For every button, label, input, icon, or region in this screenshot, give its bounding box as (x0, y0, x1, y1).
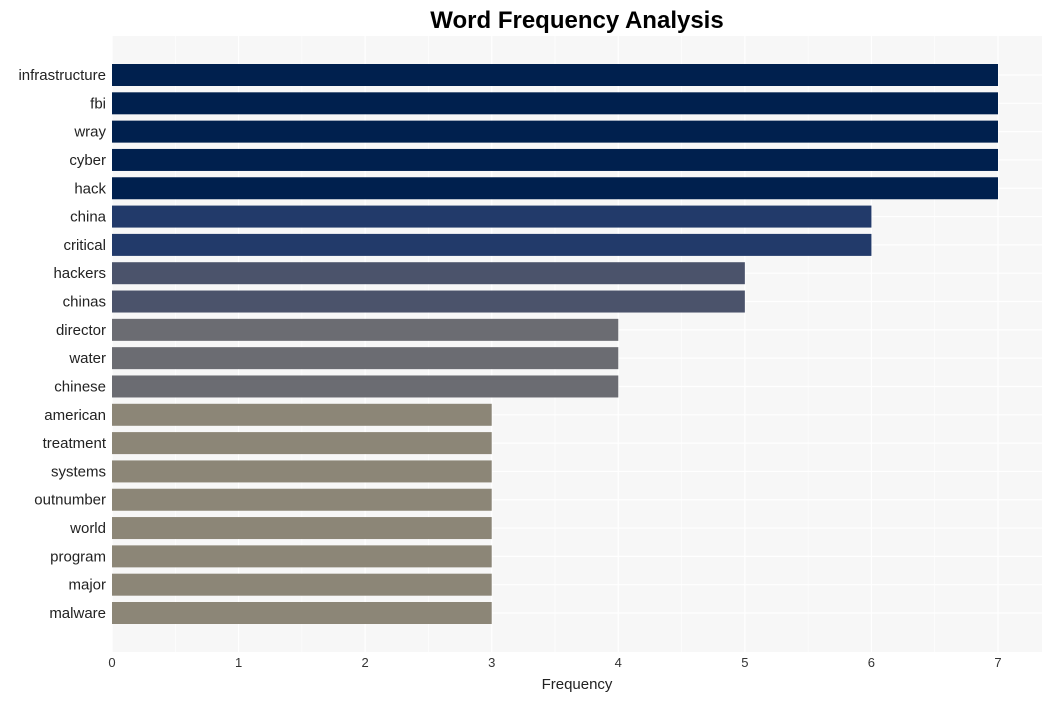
bar-systems (112, 460, 492, 483)
bar-american (112, 403, 492, 426)
y-tick-label: chinese (54, 378, 106, 395)
x-tick-label: 4 (615, 655, 622, 670)
bar-cyber (112, 148, 998, 171)
y-tick-label: systems (51, 463, 106, 480)
y-tick-label: major (68, 577, 106, 594)
x-tick-label: 0 (108, 655, 115, 670)
bar-chinese (112, 375, 619, 398)
y-tick-label: outnumber (34, 492, 106, 509)
bar-malware (112, 602, 492, 624)
bar-treatment (112, 432, 492, 455)
bar-infrastructure (112, 64, 998, 86)
y-tick-label: critical (63, 237, 106, 254)
y-tick-label: hackers (53, 265, 106, 282)
x-axis-label: Frequency (542, 676, 613, 693)
bar-hackers (112, 262, 745, 285)
x-tick-label: 1 (235, 655, 242, 670)
bar-major (112, 573, 492, 596)
bar-hack (112, 177, 998, 200)
bar-water (112, 347, 619, 370)
y-tick-label: cyber (69, 152, 106, 169)
y-tick-label: program (50, 548, 106, 565)
y-tick-label: world (69, 520, 106, 537)
bar-wray (112, 120, 998, 143)
y-tick-label: hack (74, 180, 106, 197)
bar-china (112, 205, 872, 228)
x-tick-labels: 0 1 2 3 4 5 6 7 (108, 655, 1001, 670)
bar-chinas (112, 290, 745, 313)
y-tick-label: china (70, 209, 107, 226)
bar-outnumber (112, 488, 492, 511)
y-tick-label: treatment (43, 435, 107, 452)
x-tick-label: 3 (488, 655, 495, 670)
x-tick-label: 2 (362, 655, 369, 670)
y-tick-label: director (56, 322, 106, 339)
bar-program (112, 545, 492, 568)
y-tick-labels: infrastructure fbi wray cyber hack china criti… (18, 67, 106, 622)
bar-fbi (112, 92, 998, 115)
x-tick-label: 5 (741, 655, 748, 670)
bar-critical (112, 233, 872, 256)
y-tick-label: fbi (90, 95, 106, 112)
y-tick-label: infrastructure (18, 67, 106, 84)
x-tick-label: 6 (868, 655, 875, 670)
y-tick-label: american (44, 407, 106, 424)
y-tick-label: chinas (63, 294, 106, 311)
x-tick-label: 7 (994, 655, 1001, 670)
bar-director (112, 318, 619, 341)
chart-title: Word Frequency Analysis (430, 7, 723, 34)
y-tick-label: wray (73, 124, 106, 141)
y-tick-label: malware (49, 605, 106, 622)
y-tick-label: water (68, 350, 106, 367)
bar-world (112, 517, 492, 540)
word-frequency-chart: Word Frequency Analysis infrastructure fb… (18, 7, 1042, 693)
